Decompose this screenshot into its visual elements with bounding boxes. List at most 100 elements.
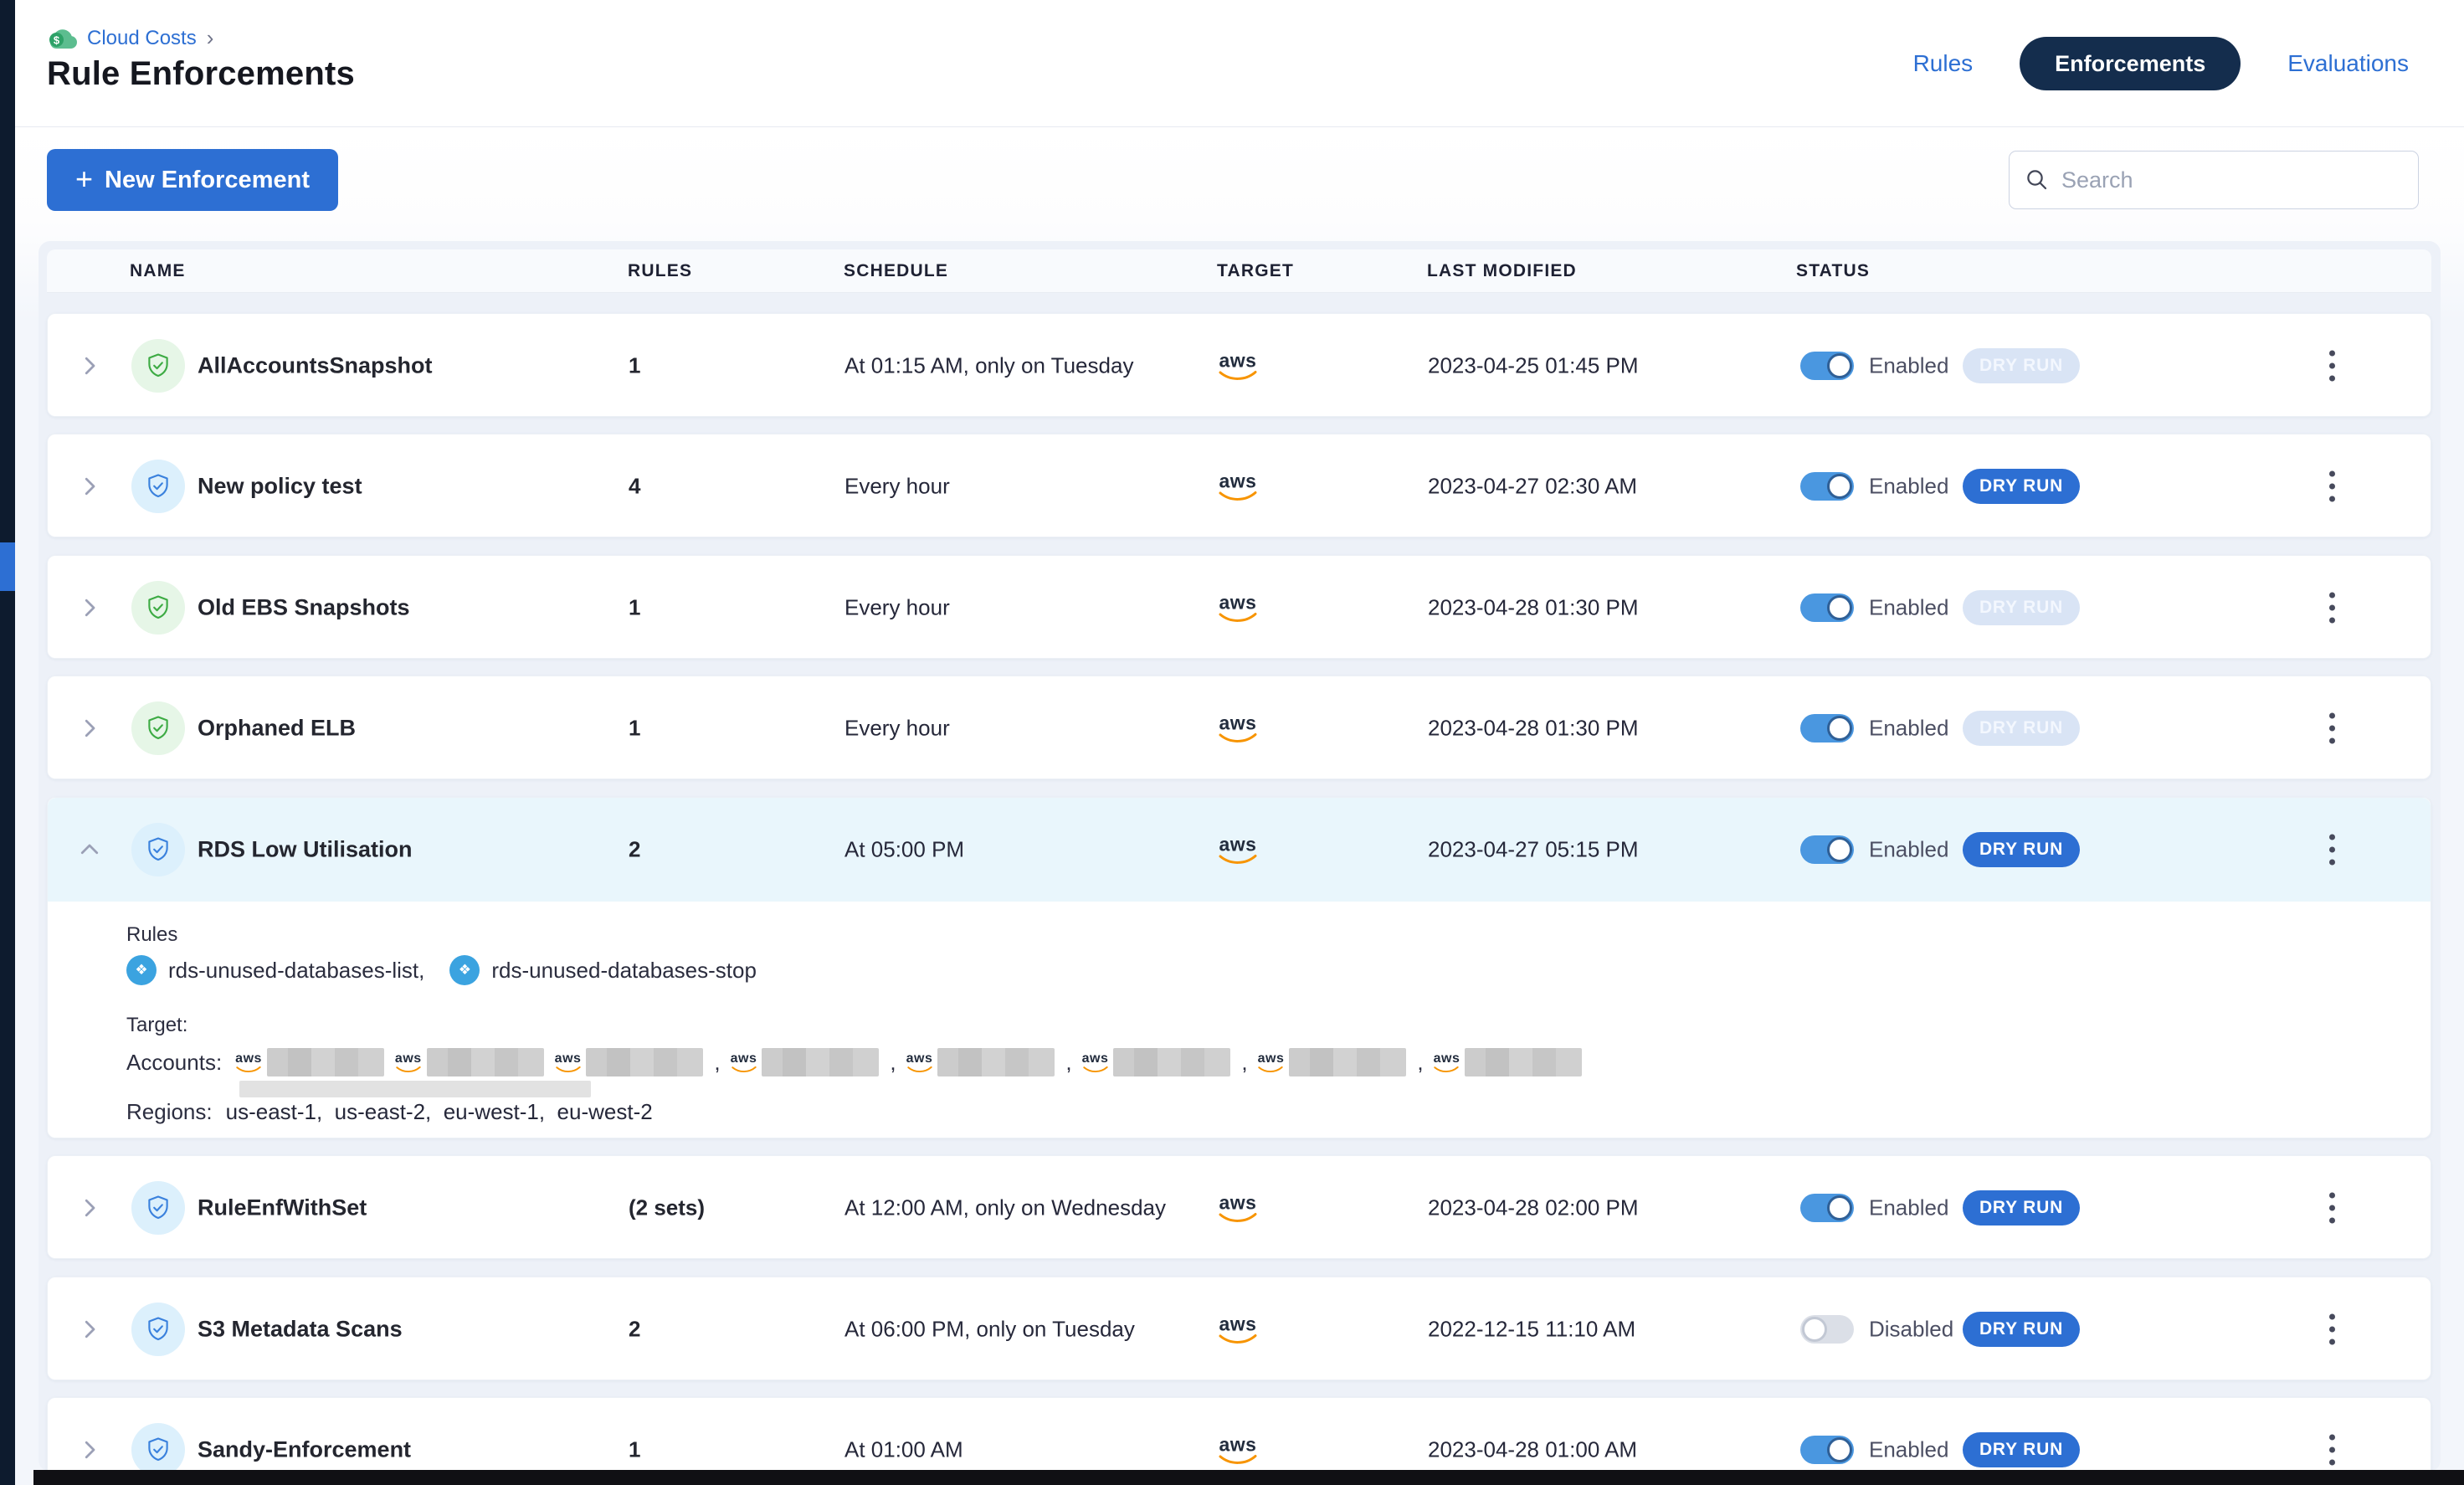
schedule-text: Every hour: [844, 474, 950, 500]
account-separator: ,: [1241, 1050, 1247, 1076]
last-modified: 2023-04-25 01:45 PM: [1428, 353, 1639, 379]
dry-run-badge[interactable]: DRY RUN: [1963, 832, 2080, 867]
toggle-knob: [1827, 474, 1852, 499]
table-row: Old EBS Snapshots 1 Every hour aws 2023-…: [47, 555, 2431, 659]
shield-check-icon: [131, 1423, 185, 1477]
enforcement-name[interactable]: S3 Metadata Scans: [198, 1317, 403, 1343]
redacted-account: aws: [395, 1048, 544, 1076]
enforcement-name[interactable]: Old EBS Snapshots: [198, 595, 410, 621]
aws-logo-icon: aws: [1219, 472, 1257, 501]
row-menu-kebab-icon[interactable]: [2321, 344, 2343, 388]
schedule-text: Every hour: [844, 716, 950, 742]
row-menu-kebab-icon[interactable]: [2321, 1428, 2343, 1472]
shield-check-icon: [131, 701, 185, 755]
redacted-account: aws: [906, 1048, 1055, 1076]
enforcement-name[interactable]: Sandy-Enforcement: [198, 1437, 411, 1463]
enforcement-name[interactable]: Orphaned ELB: [198, 716, 356, 742]
status-toggle[interactable]: [1800, 352, 1854, 380]
dry-run-badge[interactable]: DRY RUN: [1963, 1312, 2080, 1347]
chevron-right-icon[interactable]: [74, 471, 105, 501]
rule-name[interactable]: rds-unused-databases-stop: [491, 958, 757, 984]
aws-logo-icon: aws: [1082, 1052, 1109, 1073]
target-cell: aws: [1219, 1436, 1257, 1465]
enforcement-row: Old EBS Snapshots 1 Every hour aws 2023-…: [48, 556, 2431, 660]
chevron-right-icon[interactable]: [74, 351, 105, 381]
table-row: RDS Low Utilisation 2 At 05:00 PM aws 20…: [47, 797, 2431, 1138]
account-separator: ,: [1417, 1050, 1423, 1076]
svg-text:$: $: [54, 33, 60, 46]
shield-check-icon: [131, 460, 185, 513]
enforcement-name[interactable]: AllAccountsSnapshot: [198, 353, 433, 379]
enforcement-name[interactable]: RuleEnfWithSet: [198, 1195, 367, 1221]
table-row: New policy test 4 Every hour aws 2023-04…: [47, 434, 2431, 537]
accounts-label: Accounts:: [126, 1050, 222, 1076]
accounts-row: Accounts: aws aws aws , aws , aws , aws …: [126, 1046, 1593, 1079]
search-icon: [2025, 167, 2050, 193]
status-toggle[interactable]: [1800, 1315, 1854, 1344]
tab-enforcements[interactable]: Enforcements: [2020, 37, 2241, 90]
row-menu-kebab-icon[interactable]: [2321, 586, 2343, 630]
tab-rules[interactable]: Rules: [1913, 50, 1974, 77]
regions-label: Regions:: [126, 1099, 213, 1125]
rules-count: 2: [629, 1317, 640, 1343]
row-menu-kebab-icon[interactable]: [2321, 465, 2343, 509]
new-enforcement-button[interactable]: + New Enforcement: [47, 149, 338, 211]
row-menu-kebab-icon[interactable]: [2321, 1308, 2343, 1352]
status-label: Enabled: [1869, 474, 1948, 500]
status-label: Disabled: [1869, 1317, 1953, 1343]
search-input[interactable]: [2061, 167, 2403, 193]
account-separator: ,: [890, 1050, 896, 1076]
chevron-right-icon[interactable]: [74, 1193, 105, 1223]
row-menu-kebab-icon[interactable]: [2321, 707, 2343, 751]
status-toggle[interactable]: [1800, 835, 1854, 864]
shield-check-icon: [131, 581, 185, 635]
breadcrumb-cloud-costs-link[interactable]: Cloud Costs: [87, 27, 197, 50]
chevron-right-icon[interactable]: [74, 1314, 105, 1344]
row-menu-kebab-icon[interactable]: [2321, 828, 2343, 872]
dry-run-badge[interactable]: DRY RUN: [1963, 711, 2080, 746]
enforcement-row: RDS Low Utilisation 2 At 05:00 PM aws 20…: [48, 798, 2431, 902]
shield-check-icon: [131, 339, 185, 393]
status-toggle[interactable]: [1800, 1436, 1854, 1464]
status-label: Enabled: [1869, 1437, 1948, 1463]
shield-check-icon: [131, 1181, 185, 1235]
aws-logo-icon: aws: [1219, 714, 1257, 743]
chevron-right-icon[interactable]: [74, 593, 105, 623]
status-label: Enabled: [1869, 1195, 1948, 1221]
breadcrumb-chevron-icon: ›: [207, 25, 214, 51]
dry-run-badge[interactable]: DRY RUN: [1963, 348, 2080, 383]
status-toggle[interactable]: [1800, 472, 1854, 501]
target-cell: aws: [1219, 352, 1257, 381]
chevron-right-icon[interactable]: [74, 713, 105, 743]
row-menu-kebab-icon[interactable]: [2321, 1186, 2343, 1231]
schedule-text: At 01:15 AM, only on Tuesday: [844, 353, 1133, 379]
plus-icon: +: [75, 164, 93, 194]
dry-run-badge[interactable]: DRY RUN: [1963, 469, 2080, 504]
toggle-knob: [1827, 595, 1852, 620]
chevron-up-icon[interactable]: [74, 835, 105, 865]
tab-evaluations[interactable]: Evaluations: [2287, 50, 2409, 77]
status-toggle[interactable]: [1800, 1194, 1854, 1222]
status-label: Enabled: [1869, 595, 1948, 621]
bottom-bar: [33, 1470, 2464, 1485]
dry-run-badge[interactable]: DRY RUN: [1963, 590, 2080, 625]
rules-section-label: Rules: [126, 923, 177, 947]
dry-run-badge[interactable]: DRY RUN: [1963, 1190, 2080, 1226]
rules-count: 4: [629, 474, 640, 500]
status-toggle[interactable]: [1800, 714, 1854, 742]
dry-run-badge[interactable]: DRY RUN: [1963, 1432, 2080, 1467]
rule-name[interactable]: rds-unused-databases-list,: [168, 958, 424, 984]
target-cell: aws: [1219, 714, 1257, 743]
last-modified: 2022-12-15 11:10 AM: [1428, 1317, 1635, 1343]
status-toggle[interactable]: [1800, 593, 1854, 622]
status-label: Enabled: [1869, 837, 1948, 863]
enforcement-name[interactable]: RDS Low Utilisation: [198, 837, 413, 863]
expanded-panel: Rules ❖rds-unused-databases-list,❖rds-un…: [48, 902, 2431, 1139]
target-cell: aws: [1219, 472, 1257, 501]
chevron-right-icon[interactable]: [74, 1435, 105, 1465]
regions-list: us-east-1, us-east-2, eu-west-1, eu-west…: [226, 1099, 653, 1125]
aws-logo-icon: aws: [1219, 593, 1257, 623]
last-modified: 2023-04-27 02:30 AM: [1428, 474, 1637, 500]
new-enforcement-label: New Enforcement: [105, 167, 310, 194]
enforcement-name[interactable]: New policy test: [198, 474, 362, 500]
